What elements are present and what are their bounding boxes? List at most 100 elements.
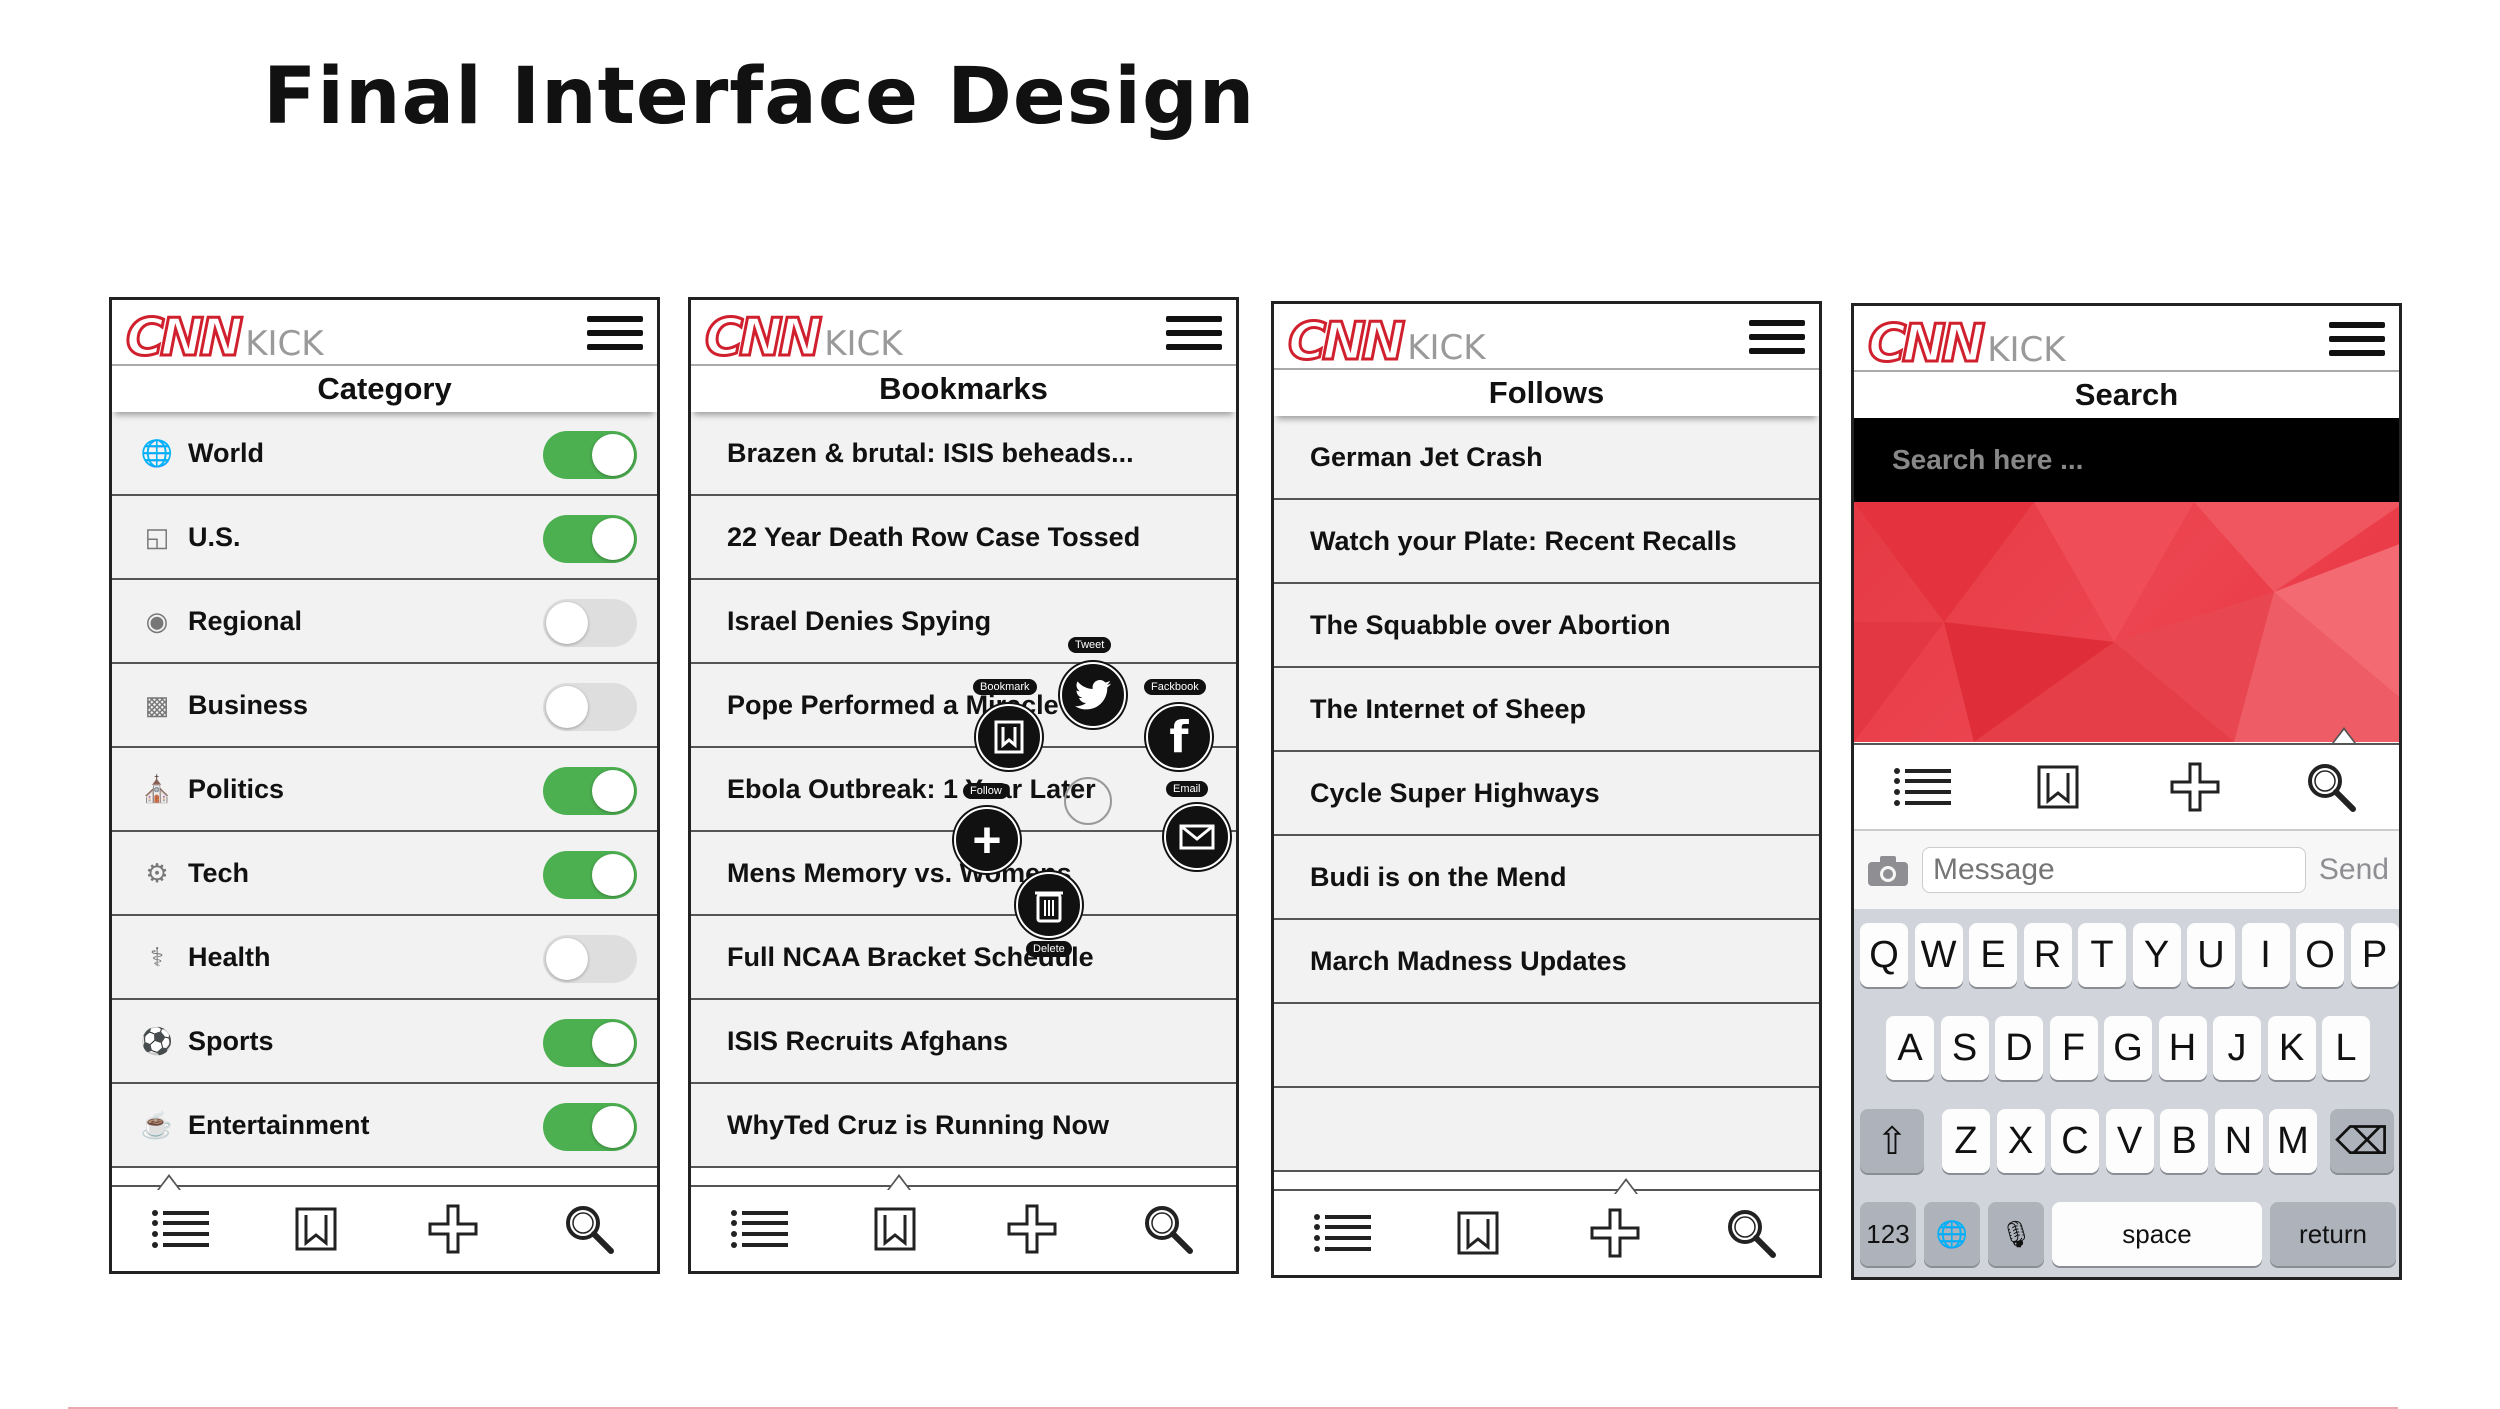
key-f[interactable]: F bbox=[2049, 1016, 2098, 1080]
tab-list-icon[interactable] bbox=[150, 1199, 210, 1259]
follow-row[interactable]: German Jet Crash bbox=[1274, 416, 1819, 500]
menu-icon[interactable] bbox=[2329, 322, 2385, 356]
follow-row[interactable]: Watch your Plate: Recent Recalls bbox=[1274, 500, 1819, 584]
gear-globe-icon: ⚙ bbox=[145, 857, 169, 888]
shift-key[interactable]: ⇧ bbox=[1860, 1109, 1924, 1173]
follow-row[interactable]: The Squabble over Abortion bbox=[1274, 584, 1819, 668]
key-t[interactable]: T bbox=[2078, 923, 2126, 987]
key-x[interactable]: X bbox=[1996, 1109, 2045, 1173]
bookmark-row[interactable]: ISIS Recruits Afghans bbox=[691, 1000, 1236, 1084]
return-key[interactable]: return bbox=[2270, 1202, 2396, 1266]
follow-row[interactable] bbox=[1274, 1004, 1819, 1088]
section-title: Category bbox=[112, 364, 657, 412]
follow-row[interactable]: Cycle Super Highways bbox=[1274, 752, 1819, 836]
follow-title: Cycle Super Highways bbox=[1310, 777, 1600, 808]
bookmark-action-button[interactable] bbox=[976, 704, 1042, 770]
tab-search-icon[interactable] bbox=[559, 1199, 619, 1259]
tab-bookmark-book-icon[interactable] bbox=[2028, 757, 2088, 817]
key-c[interactable]: C bbox=[2051, 1109, 2099, 1173]
bookmark-row[interactable]: Full NCAA Bracket Schedule bbox=[691, 916, 1236, 1000]
category-toggle[interactable] bbox=[543, 1103, 637, 1151]
category-toggle[interactable] bbox=[543, 1019, 637, 1067]
category-toggle[interactable] bbox=[543, 683, 637, 731]
key-a[interactable]: A bbox=[1886, 1016, 1934, 1080]
key-m[interactable]: M bbox=[2269, 1109, 2317, 1173]
category-toggle[interactable] bbox=[543, 431, 637, 479]
category-label: Sports bbox=[188, 1025, 274, 1056]
tab-plus-icon[interactable] bbox=[1585, 1203, 1645, 1263]
globe-key[interactable]: 🌐 bbox=[1924, 1202, 1980, 1266]
numbers-key[interactable]: 123 bbox=[1860, 1202, 1916, 1266]
section-title: Follows bbox=[1274, 368, 1819, 416]
delete-button[interactable] bbox=[1016, 872, 1082, 938]
category-toggle[interactable] bbox=[543, 515, 637, 563]
key-b[interactable]: B bbox=[2160, 1109, 2208, 1173]
menu-icon[interactable] bbox=[1749, 320, 1805, 354]
follow-row[interactable] bbox=[1274, 1088, 1819, 1172]
tab-list-icon[interactable] bbox=[1892, 757, 1952, 817]
menu-icon[interactable] bbox=[1166, 316, 1222, 350]
follow-row[interactable]: Budi is on the Mend bbox=[1274, 836, 1819, 920]
key-y[interactable]: Y bbox=[2132, 923, 2181, 987]
tab-search-icon[interactable] bbox=[1721, 1203, 1781, 1263]
tab-search-icon[interactable] bbox=[1138, 1199, 1198, 1259]
backspace-key[interactable]: ⌫ bbox=[2330, 1109, 2394, 1173]
category-toggle[interactable] bbox=[543, 767, 637, 815]
key-k[interactable]: K bbox=[2267, 1016, 2316, 1080]
tab-search-icon[interactable] bbox=[2301, 757, 2361, 817]
key-g[interactable]: G bbox=[2104, 1016, 2152, 1080]
key-n[interactable]: N bbox=[2214, 1109, 2263, 1173]
send-button[interactable]: Send bbox=[2319, 853, 2389, 887]
follow-button[interactable]: + bbox=[954, 807, 1020, 873]
key-e[interactable]: E bbox=[1969, 923, 2017, 987]
key-i[interactable]: I bbox=[2241, 923, 2290, 987]
message-input[interactable] bbox=[1922, 847, 2306, 893]
search-input[interactable] bbox=[1890, 443, 2294, 477]
key-l[interactable]: L bbox=[2322, 1016, 2370, 1080]
key-u[interactable]: U bbox=[2187, 923, 2235, 987]
tab-list-icon[interactable] bbox=[729, 1199, 789, 1259]
email-label: Email bbox=[1166, 781, 1208, 797]
key-r[interactable]: R bbox=[2023, 923, 2072, 987]
bookmark-row[interactable]: 22 Year Death Row Case Tossed bbox=[691, 496, 1236, 580]
key-p[interactable]: P bbox=[2350, 923, 2399, 987]
key-q[interactable]: Q bbox=[1860, 923, 1908, 987]
bookmark-row[interactable]: Israel Denies Spying bbox=[691, 580, 1236, 664]
search-screen: CNNKICK Search Send QWERTYUIOP ASDFGHJKL ⇧… bbox=[1851, 303, 2402, 1280]
key-d[interactable]: D bbox=[1995, 1016, 2043, 1080]
tab-bookmark-book-icon[interactable] bbox=[286, 1199, 346, 1259]
bookmark-row[interactable]: Brazen & brutal: ISIS beheads... bbox=[691, 412, 1236, 496]
bookmark-row[interactable]: WhyTed Cruz is Running Now bbox=[691, 1084, 1236, 1168]
microphone-key[interactable]: 🎙 bbox=[1988, 1202, 2044, 1266]
key-v[interactable]: V bbox=[2105, 1109, 2154, 1173]
tab-list-icon[interactable] bbox=[1312, 1203, 1372, 1263]
key-j[interactable]: J bbox=[2213, 1016, 2261, 1080]
key-o[interactable]: O bbox=[2296, 923, 2344, 987]
category-toggle[interactable] bbox=[543, 935, 637, 983]
key-h[interactable]: H bbox=[2158, 1016, 2207, 1080]
facebook-share-button[interactable]: f bbox=[1146, 704, 1212, 770]
key-w[interactable]: W bbox=[1914, 923, 1963, 987]
key-s[interactable]: S bbox=[1940, 1016, 1989, 1080]
search-icon bbox=[565, 1206, 614, 1254]
email-share-button[interactable] bbox=[1164, 804, 1230, 870]
space-key[interactable]: space bbox=[2052, 1202, 2262, 1266]
tab-bookmark-book-icon[interactable] bbox=[865, 1199, 925, 1259]
tab-bookmark-book-icon[interactable] bbox=[1448, 1203, 1508, 1263]
tab-plus-icon[interactable] bbox=[423, 1199, 483, 1259]
tweet-button[interactable] bbox=[1060, 662, 1126, 728]
tab-plus-icon[interactable] bbox=[2165, 757, 2225, 817]
follows-list: German Jet Crash Watch your Plate: Recent… bbox=[1274, 416, 1819, 1172]
bookmark-title: Israel Denies Spying bbox=[727, 605, 992, 636]
trash-icon bbox=[1035, 891, 1063, 923]
category-toggle[interactable] bbox=[543, 851, 637, 899]
camera-icon[interactable] bbox=[1866, 854, 1910, 888]
follow-row[interactable]: The Internet of Sheep bbox=[1274, 668, 1819, 752]
tab-plus-icon[interactable] bbox=[1002, 1199, 1062, 1259]
category-row: ◱ U.S. bbox=[112, 496, 657, 580]
follow-row[interactable]: March Madness Updates bbox=[1274, 920, 1819, 1004]
key-z[interactable]: Z bbox=[1942, 1109, 1990, 1173]
section-title: Search bbox=[1854, 370, 2399, 418]
menu-icon[interactable] bbox=[587, 316, 643, 350]
category-toggle[interactable] bbox=[543, 599, 637, 647]
